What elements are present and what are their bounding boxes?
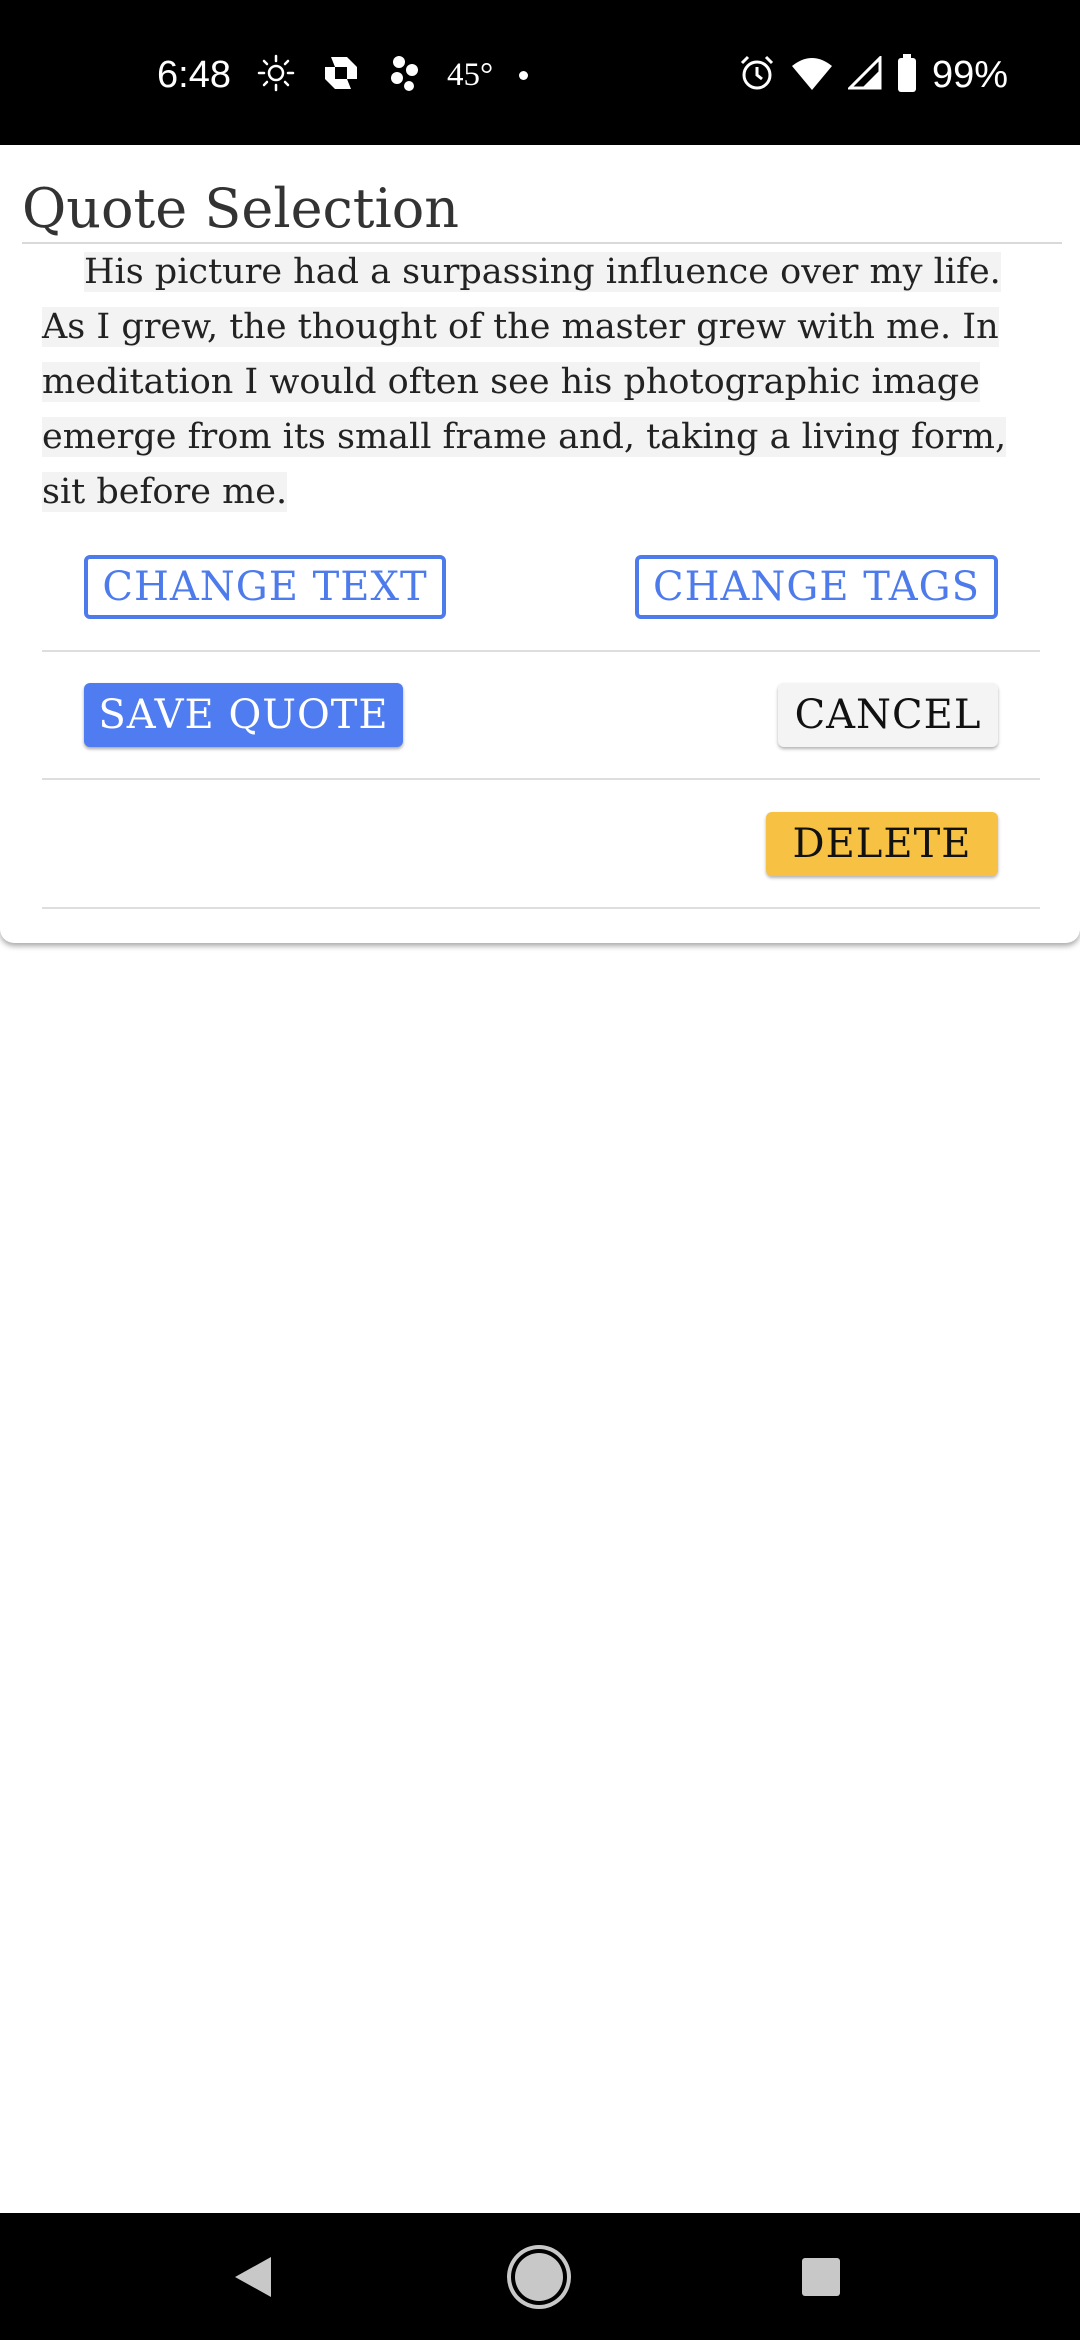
- pinwheel-icon: [387, 54, 421, 97]
- quote-selection-dialog: Quote Selection His picture had a surpas…: [0, 145, 1080, 943]
- notification-dot-icon: [519, 70, 529, 80]
- status-temperature: 45°: [446, 56, 494, 93]
- save-quote-button[interactable]: SAVE QUOTE: [84, 683, 403, 747]
- divider: [42, 650, 1040, 652]
- wifi-icon: [791, 56, 832, 95]
- cancel-button[interactable]: CANCEL: [778, 683, 998, 747]
- home-icon[interactable]: [515, 2253, 563, 2301]
- sun-icon: [257, 54, 295, 97]
- bank-icon: [321, 53, 361, 98]
- back-icon[interactable]: [235, 2257, 271, 2297]
- signal-icon: [846, 53, 882, 95]
- title-divider: [22, 242, 1062, 244]
- dialog-title: Quote Selection: [22, 177, 460, 240]
- quote-line: I grew, the thought of the master grew w…: [96, 307, 999, 347]
- change-tags-button[interactable]: CHANGE TAGS: [635, 555, 998, 619]
- status-bar: 6:48 45° 99%: [0, 0, 1080, 145]
- navigation-bar: [0, 2213, 1080, 2340]
- status-right: 99%: [738, 0, 1008, 150]
- battery-icon: [897, 54, 916, 92]
- recents-icon[interactable]: [802, 2258, 840, 2296]
- divider: [42, 907, 1040, 909]
- battery-percent: 99%: [931, 53, 1008, 96]
- delete-button[interactable]: DELETE: [766, 812, 998, 876]
- status-time: 6:48: [157, 53, 231, 96]
- quote-line: meditation I would often see his photogr…: [42, 362, 980, 402]
- divider: [42, 778, 1040, 780]
- change-text-button[interactable]: CHANGE TEXT: [84, 555, 446, 619]
- quote-line: before me.: [96, 472, 288, 512]
- status-left: 6:48 45°: [157, 0, 529, 150]
- quote-text: His picture had a surpassing influence o…: [42, 245, 1052, 520]
- alarm-icon: [738, 54, 776, 97]
